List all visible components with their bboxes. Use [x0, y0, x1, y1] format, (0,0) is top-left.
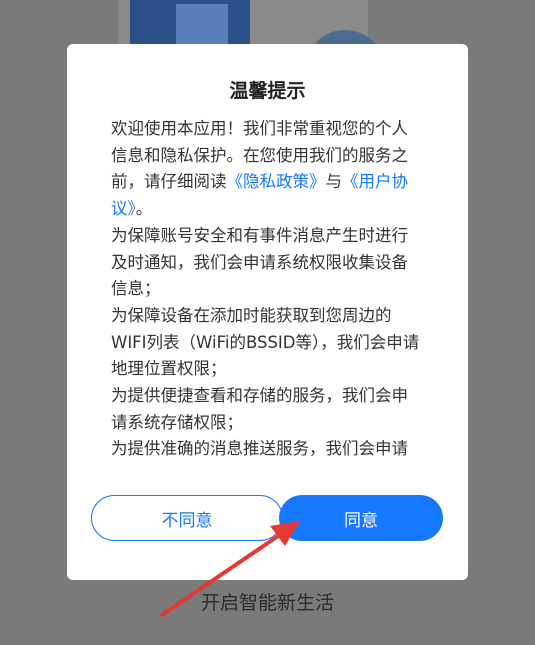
app-slogan: 开启智能新生活: [200, 592, 334, 614]
dialog-title: 温馨提示: [229, 80, 306, 102]
privacy-dialog: 温馨提示 欢迎使用本应用！我们非常重视您的个人信息和隐私保护。在您使用我们的服务…: [67, 44, 468, 580]
permission-paragraph-push: 为提供准确的消息推送服务，我们会申请: [111, 439, 408, 459]
permission-paragraph-location: 为保障设备在添加时能获取到您周边的WIFI列表（WiFi的BSSID等），我们会…: [111, 305, 420, 379]
privacy-policy-link[interactable]: 《隐私政策》: [227, 172, 326, 191]
permission-paragraph-storage: 为提供便捷查看和存储的服务，我们会申请系统存储权限；: [111, 386, 408, 432]
agree-button[interactable]: 同意: [279, 495, 443, 541]
permission-paragraph-device: 为保障账号安全和有事件消息产生时进行及时通知，我们会申请系统权限收集设备信息；: [111, 225, 408, 299]
intro-end: 。: [135, 199, 153, 219]
screen: 开启智能新生活 温馨提示 欢迎使用本应用！我们非常重视您的个人信息和隐私保护。在…: [0, 0, 535, 645]
intro-paragraph: 欢迎使用本应用！我们非常重视您的个人信息和隐私保护。在您使用我们的服务之前，请仔…: [111, 116, 421, 223]
background-illustration-block-inner: [176, 4, 228, 49]
and-text: 与: [325, 172, 343, 192]
dialog-content[interactable]: 欢迎使用本应用！我们非常重视您的个人信息和隐私保护。在您使用我们的服务之前，请仔…: [111, 116, 421, 464]
disagree-button[interactable]: 不同意: [91, 495, 283, 541]
